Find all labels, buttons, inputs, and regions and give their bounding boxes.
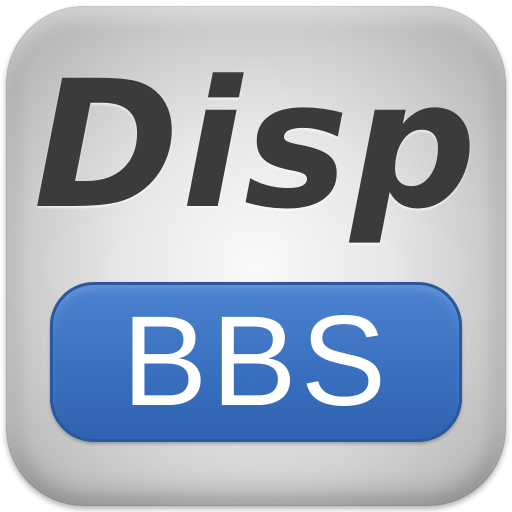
app-icon[interactable]: Disp BBS xyxy=(6,6,506,506)
bbs-badge-label: BBS xyxy=(121,290,391,433)
app-title: Disp xyxy=(33,43,479,248)
bbs-badge: BBS xyxy=(50,282,462,442)
